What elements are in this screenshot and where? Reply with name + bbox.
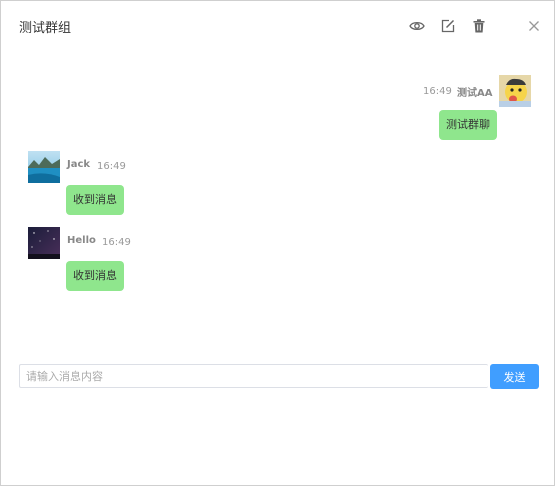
edit-icon[interactable] (440, 18, 456, 34)
eye-icon[interactable] (409, 18, 425, 34)
message-time: 16:49 (97, 161, 126, 172)
dialog-title: 测试群组 (19, 21, 72, 36)
message-bubble: 测试群聊 (439, 110, 497, 140)
message-input[interactable] (20, 365, 488, 388)
message-time: 16:49 (102, 237, 131, 248)
message-sender: Jack (67, 159, 91, 170)
message-sender: 测试AA (457, 88, 493, 99)
message-sender: Hello (67, 235, 96, 246)
message-list[interactable]: 16:49 测试AA 测试群聊 Jack 16:49 收到消息 Hello 16… (1, 53, 554, 353)
message-bubble: 收到消息 (66, 185, 124, 215)
dialog-header: 测试群组 (1, 1, 554, 53)
lake-avatar[interactable] (28, 151, 60, 183)
message-time: 16:49 (423, 86, 452, 97)
cartoon-avatar[interactable] (499, 75, 531, 107)
trash-icon[interactable] (471, 18, 487, 34)
close-icon[interactable] (526, 18, 542, 34)
message-bubble: 收到消息 (66, 261, 124, 291)
group-chat-dialog: 测试群组 16:49 测试AA 测试群聊 Jack 16:49 收到消息 Hel… (0, 0, 555, 486)
send-button[interactable]: 发送 (490, 364, 539, 389)
starry-sky-avatar[interactable] (28, 227, 60, 259)
message-input-wrapper (19, 364, 488, 388)
